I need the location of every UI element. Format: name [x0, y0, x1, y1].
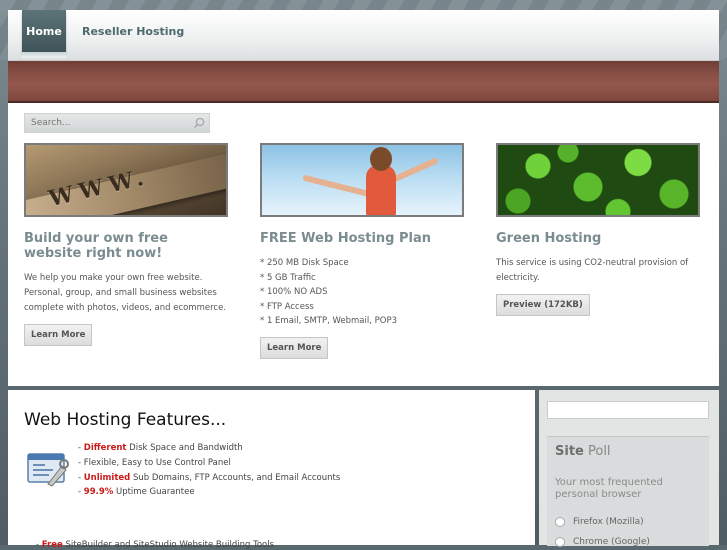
features-list: - Different Disk Space and Bandwidth - F…	[78, 441, 340, 500]
poll-option-firefox[interactable]: Firefox (Mozilla)	[555, 517, 644, 527]
poll-title: Site Poll	[555, 444, 611, 459]
poll-option-chrome[interactable]: Chrome (Google)	[555, 537, 650, 547]
feature-item: - 99.9% Uptime Guarantee	[78, 487, 195, 498]
feature-item-partial: - Free SiteBuilder and SiteStudio Websit…	[36, 540, 275, 550]
card-green-hosting: Green Hosting This service is using CO2-…	[496, 143, 700, 316]
header-banner	[8, 61, 719, 103]
page-wrapper: Home Reseller Hosting WWW. Build your ow…	[8, 10, 719, 550]
top-navigation: Home Reseller Hosting	[8, 10, 719, 61]
preview-button[interactable]: Preview (172KB)	[496, 294, 590, 316]
radio-button[interactable]	[555, 537, 565, 547]
card-free-hosting: FREE Web Hosting Plan * 250 MB Disk Spac…	[260, 143, 464, 359]
poll-option-label: Firefox (Mozilla)	[573, 517, 644, 527]
sidebar: Site Poll Your most frequented personal …	[539, 390, 719, 547]
main-content: WWW. Build your own free website right n…	[8, 103, 719, 386]
card-text: This service is using CO2-neutral provis…	[496, 258, 689, 283]
card-title: FREE Web Hosting Plan	[260, 231, 432, 246]
site-poll-widget: Site Poll Your most frequented personal …	[547, 436, 709, 547]
search-input[interactable]	[25, 114, 191, 132]
control-panel-tools-icon	[27, 453, 69, 487]
poll-question: Your most frequented personal browser	[555, 477, 663, 500]
poll-option-label: Chrome (Google)	[573, 537, 650, 547]
list-item: * 5 GB Traffic	[260, 272, 316, 283]
nav-reseller-hosting-link[interactable]: Reseller Hosting	[82, 25, 184, 38]
nav-home-tab[interactable]: Home	[22, 10, 66, 58]
green-leaves-image	[496, 143, 700, 217]
list-item: * FTP Access	[260, 301, 314, 312]
features-heading: Web Hosting Features...	[24, 410, 227, 430]
list-item: * 100% NO ADS	[260, 287, 328, 298]
feature-item: - Unlimited Sub Domains, FTP Accounts, a…	[78, 472, 341, 483]
list-item: * 250 MB Disk Space	[260, 258, 349, 268]
feature-item: - Flexible, Easy to Use Control Panel	[78, 457, 231, 468]
sidebar-input[interactable]	[547, 401, 709, 419]
card-title: Build your own free website right now!	[24, 231, 168, 261]
features-section: Web Hosting Features... - Different Disk…	[8, 390, 535, 550]
search-icon[interactable]	[193, 117, 205, 129]
www-image-text: WWW.	[46, 163, 152, 213]
radio-button[interactable]	[555, 517, 565, 527]
www-image: WWW.	[24, 143, 228, 217]
woman-sky-image	[260, 143, 464, 217]
feature-item: - Different Disk Space and Bandwidth	[78, 443, 243, 453]
card-title: Green Hosting	[496, 231, 602, 246]
search-box	[24, 113, 210, 133]
card-build-website: WWW. Build your own free website right n…	[24, 143, 228, 346]
learn-more-button[interactable]: Learn More	[24, 324, 93, 346]
list-item: * 1 Email, SMTP, Webmail, POP3	[260, 316, 397, 327]
learn-more-button[interactable]: Learn More	[260, 336, 329, 359]
plan-feature-list: * 250 MB Disk Space * 5 GB Traffic * 100…	[260, 256, 464, 329]
card-text: We help you make your own free website. …	[24, 273, 227, 313]
